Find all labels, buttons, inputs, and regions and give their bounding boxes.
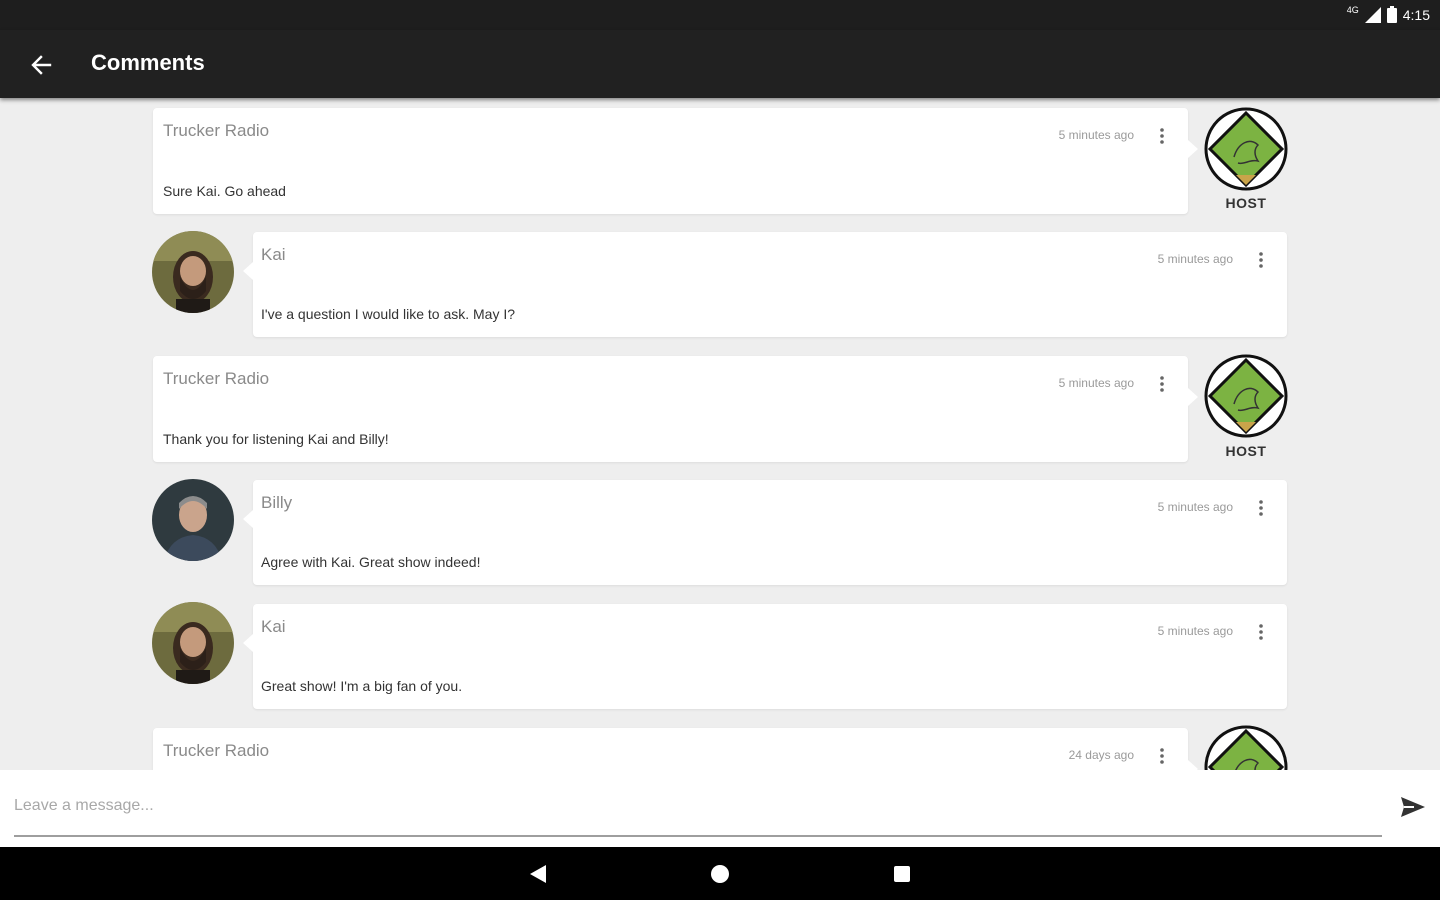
comment-message: I've a question I would like to ask. May…: [261, 306, 516, 322]
comment-menu-button[interactable]: [1251, 496, 1271, 520]
host-logo: [1204, 107, 1288, 191]
nav-back-button[interactable]: [524, 860, 552, 888]
signal-icon: [1364, 6, 1381, 23]
host-logo: [1204, 725, 1288, 770]
app-bar: Comments: [0, 30, 1440, 98]
host-logo: [1204, 354, 1288, 438]
comment-author: Kai: [261, 245, 286, 264]
nav-home-button[interactable]: [706, 860, 734, 888]
comment-card: Trucker Radio 5 minutes ago Sure Kai. Go…: [153, 108, 1198, 214]
comment-author: Trucker Radio: [163, 369, 270, 388]
comment-message: Agree with Kai. Great show indeed!: [261, 554, 481, 570]
more-vert-icon: [1160, 376, 1164, 392]
send-icon: [1401, 797, 1425, 817]
comment-card: Kai 5 minutes ago I've a question I woul…: [243, 232, 1287, 337]
input-underline: [14, 835, 1382, 837]
comment-author: Kai: [261, 617, 286, 636]
host-badge: HOST: [1225, 443, 1267, 459]
nav-home-icon: [711, 865, 729, 883]
comment-author: Billy: [261, 493, 293, 512]
more-vert-icon: [1160, 128, 1164, 144]
system-nav-bar: [0, 847, 1440, 900]
comment-card: Trucker Radio 5 minutes ago Thank you fo…: [153, 356, 1198, 462]
comment-message: Thank you for listening Kai and Billy!: [163, 431, 389, 447]
status-indicators: 4G 4:15: [1346, 4, 1430, 23]
more-vert-icon: [1160, 748, 1164, 764]
clock: 4:15: [1402, 6, 1430, 23]
comment-menu-button[interactable]: [1251, 620, 1271, 644]
nav-recents-button[interactable]: [888, 860, 916, 888]
avatar: [152, 479, 234, 561]
more-vert-icon: [1259, 252, 1263, 268]
arrow-left-icon: [31, 55, 52, 75]
send-button[interactable]: [1398, 794, 1428, 820]
status-bar: 4G 4:15: [0, 0, 1440, 30]
comment-menu-button[interactable]: [1152, 124, 1172, 148]
comment-menu-button[interactable]: [1251, 248, 1271, 272]
more-vert-icon: [1259, 500, 1263, 516]
comment-author: Trucker Radio: [163, 741, 270, 760]
back-button[interactable]: [24, 48, 58, 82]
host-badge: HOST: [1225, 195, 1267, 211]
comment-list[interactable]: Trucker Radio 5 minutes ago Sure Kai. Go…: [0, 98, 1440, 770]
comment-time: 5 minutes ago: [1058, 128, 1134, 142]
comment-card: Kai 5 minutes ago Great show! I'm a big …: [243, 604, 1287, 709]
page-title: Comments: [91, 50, 205, 75]
comment-time: 5 minutes ago: [1058, 376, 1134, 390]
comment-author: Trucker Radio: [163, 121, 270, 140]
comment-menu-button[interactable]: [1152, 372, 1172, 396]
network-type: 4G: [1346, 4, 1359, 15]
battery-icon: [1386, 6, 1397, 23]
comment-time: 5 minutes ago: [1157, 624, 1233, 638]
message-composer: [0, 770, 1440, 847]
nav-recents-icon: [894, 866, 910, 882]
comment-time: 5 minutes ago: [1157, 500, 1233, 514]
comment-menu-button[interactable]: [1152, 744, 1172, 768]
message-input[interactable]: [14, 792, 1382, 820]
comment-card: Billy 5 minutes ago Agree with Kai. Grea…: [243, 480, 1287, 585]
comment-time: 5 minutes ago: [1157, 252, 1233, 266]
comment-card: Trucker Radio 24 days ago: [153, 728, 1198, 770]
avatar: [152, 602, 234, 684]
comment-message: Great show! I'm a big fan of you.: [261, 678, 463, 694]
comment-time: 24 days ago: [1068, 748, 1134, 762]
more-vert-icon: [1259, 624, 1263, 640]
avatar: [152, 231, 234, 313]
nav-back-icon: [530, 865, 546, 883]
comment-message: Sure Kai. Go ahead: [163, 183, 286, 199]
